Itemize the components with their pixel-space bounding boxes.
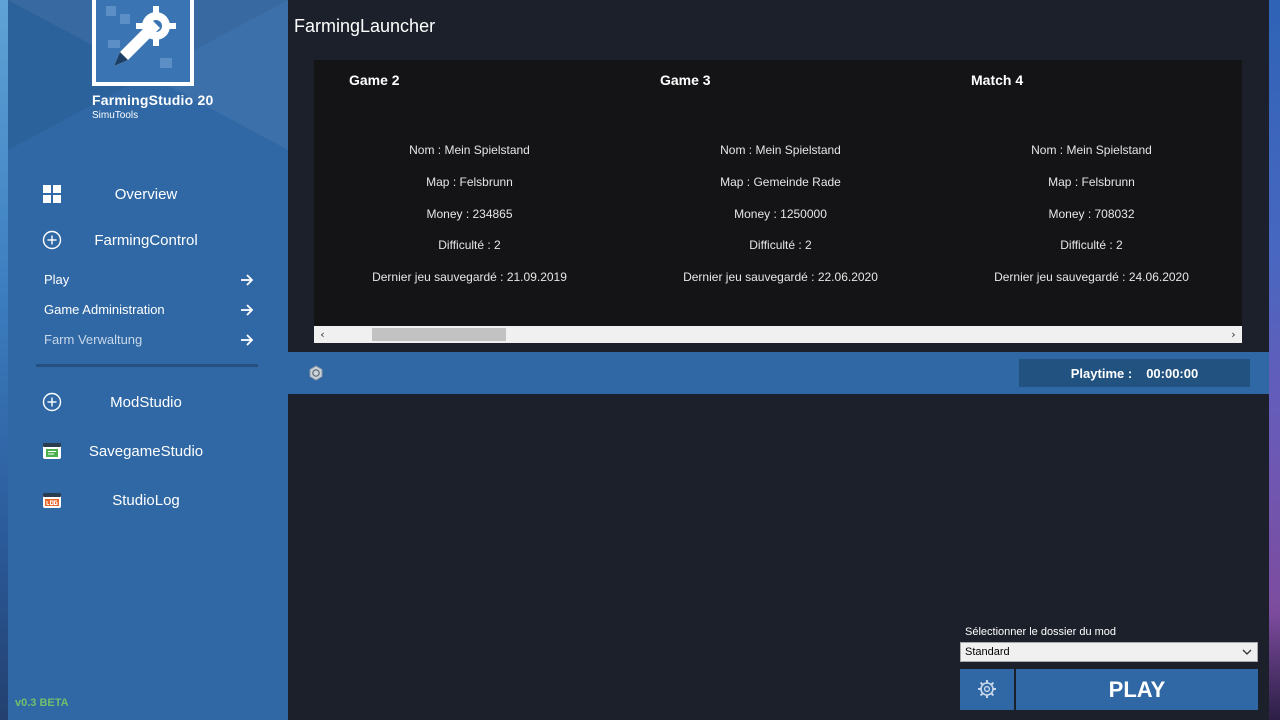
desktop-background-left (0, 0, 8, 720)
savegame-difficulty: Difficulté : 2 (438, 238, 501, 252)
sidebar-item-label: SavegameStudio (88, 442, 204, 460)
savegame-card[interactable]: Game 3 Nom : Mein Spielstand Map : Gemei… (625, 60, 936, 326)
savegame-map: Map : Gemeinde Rade (720, 175, 841, 189)
sidebar-subitem-label: Game Administration (44, 302, 165, 317)
sidebar-divider (36, 364, 258, 367)
savegame-list: Game 2 Nom : Mein Spielstand Map : Felsb… (314, 60, 1242, 326)
app-window: FarmingStudio 20 SimuTools Overview Farm… (8, 0, 1269, 720)
mod-folder-select[interactable]: Standard (960, 642, 1258, 662)
app-logo (92, 0, 194, 86)
logo-title: FarmingStudio 20 (92, 92, 214, 108)
mod-folder-label: Sélectionner le dossier du mod (965, 626, 1117, 638)
playtime-label: Playtime : (1070, 365, 1133, 381)
sidebar-item-label: Overview (114, 185, 178, 203)
logo-subtitle: SimuTools (92, 110, 139, 121)
savegame-last-saved: Dernier jeu sauvegardé : 22.06.2020 (683, 270, 878, 284)
status-bar: Playtime : 00:00:00 (288, 352, 1269, 394)
sidebar-item-studiolog[interactable]: StudioLog (8, 480, 288, 520)
sidebar-item-modstudio[interactable]: ModStudio (8, 382, 288, 422)
sidebar-subitem-game-administration[interactable]: Game Administration (8, 297, 288, 323)
version-label: v0.3 BETA (15, 697, 69, 709)
play-button[interactable]: PLAY (1016, 669, 1258, 710)
savegame-card[interactable]: Game 2 Nom : Mein Spielstand Map : Felsb… (314, 60, 625, 326)
savegame-money: Money : 234865 (426, 207, 513, 221)
arrow-right-icon (241, 274, 254, 286)
settings-button[interactable] (960, 669, 1014, 710)
plus-circle-icon (42, 230, 62, 250)
savegame-last-saved: Dernier jeu sauvegardé : 24.06.2020 (994, 270, 1189, 284)
arrow-right-icon (241, 304, 254, 316)
sidebar-item-label: ModStudio (110, 393, 182, 411)
desktop-background-right (1269, 0, 1280, 720)
savegame-map: Map : Felsbrunn (1048, 175, 1135, 189)
savegame-name: Match 4 (971, 72, 1024, 88)
playtime-value: 00:00:00 (1146, 365, 1199, 381)
savegame-last-saved: Dernier jeu sauvegardé : 21.09.2019 (372, 270, 567, 284)
savegame-card[interactable]: Match 4 Nom : Mein Spielstand Map : Fels… (936, 60, 1247, 326)
page-title: FarmingLauncher (294, 16, 436, 36)
savegame-map: Map : Felsbrunn (426, 175, 513, 189)
savegame-money: Money : 708032 (1048, 207, 1135, 221)
savegame-name: Game 3 (660, 72, 711, 88)
savegame-nom: Nom : Mein Spielstand (720, 143, 841, 157)
sidebar-subitem-play[interactable]: Play (8, 267, 288, 293)
sidebar-item-savegamestudio[interactable]: SavegameStudio (8, 431, 288, 471)
scrollbar-thumb[interactable] (372, 328, 506, 341)
savegame-difficulty: Difficulté : 2 (1060, 238, 1123, 252)
scroll-left-icon[interactable]: ‹ (314, 326, 331, 343)
scroll-right-icon[interactable]: › (1225, 326, 1242, 343)
playtime-display: Playtime : 00:00:00 (1019, 359, 1250, 387)
savegame-difficulty: Difficulté : 2 (749, 238, 812, 252)
coin-icon (309, 365, 323, 381)
log-icon (43, 493, 61, 508)
sidebar-subitem-label: Farm Verwaltung (44, 332, 143, 347)
grid-icon (43, 185, 61, 203)
arrow-right-icon (241, 334, 254, 346)
savegame-money: Money : 1250000 (734, 207, 827, 221)
horizontal-scrollbar[interactable]: ‹ › (314, 326, 1242, 343)
sidebar-subitem-farm-verwaltung[interactable]: Farm Verwaltung (8, 327, 288, 353)
savegame-icon (43, 443, 61, 459)
savegame-nom: Nom : Mein Spielstand (409, 143, 530, 157)
plus-circle-icon (42, 392, 62, 412)
sidebar-subitem-label: Play (44, 272, 70, 287)
savegame-nom: Nom : Mein Spielstand (1031, 143, 1152, 157)
sidebar-item-farmingcontrol[interactable]: FarmingControl (8, 220, 288, 260)
sidebar-item-label: StudioLog (112, 491, 180, 509)
gear-icon (978, 680, 996, 698)
chevron-down-icon (1242, 649, 1252, 655)
mod-folder-selected: Standard (965, 646, 1010, 658)
sidebar-item-overview[interactable]: Overview (8, 174, 288, 214)
savegame-name: Game 2 (349, 72, 400, 88)
sidebar: FarmingStudio 20 SimuTools Overview Farm… (8, 0, 288, 720)
sidebar-item-label: FarmingControl (94, 231, 198, 249)
